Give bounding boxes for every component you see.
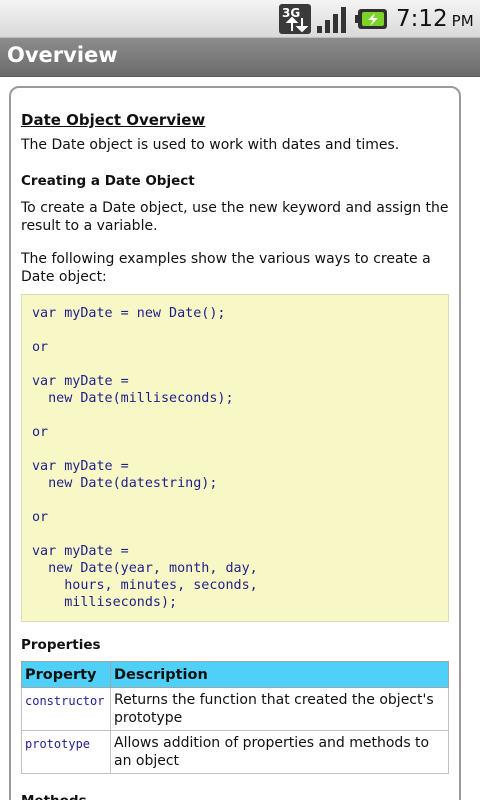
clock-time: 7:12 [396,6,448,32]
battery-charging-icon [355,9,387,29]
page-title: Overview [7,43,118,67]
content-area[interactable]: Date Object Overview The Date object is … [21,110,449,800]
examples-text: The following examples show the various … [21,251,431,285]
properties-heading: Properties [21,637,101,653]
create-heading: Creating a Date Object [21,173,195,189]
property-description: Returns the function that created the ob… [110,687,449,731]
create-text: To create a Date object, use the new key… [21,200,449,234]
column-header-description: Description [110,661,449,688]
title-bar: Overview [0,38,480,77]
column-header-property: Property [21,661,111,688]
property-description: Allows addition of properties and method… [110,730,449,774]
clock-ampm: PM [451,12,474,30]
clock: 7:12 PM [396,6,474,34]
methods-heading: Methods [21,792,449,800]
3g-icon: 3G [279,4,311,34]
property-name: prototype [21,730,111,774]
signal-icon [317,7,346,33]
table-row: prototype Allows addition of properties … [21,730,449,774]
table-header-row: Property Description [21,661,449,688]
properties-table: Property Description constructor Returns… [21,661,449,774]
overview-heading: Date Object Overview [21,111,206,129]
status-bar: 3G 7:12 PM [0,0,480,38]
intro-text: The Date object is used to work with dat… [21,137,400,153]
table-row: constructor Returns the function that cr… [21,687,449,731]
property-name: constructor [21,687,111,731]
code-sample: var myDate = new Date(); or var myDate =… [21,294,449,622]
